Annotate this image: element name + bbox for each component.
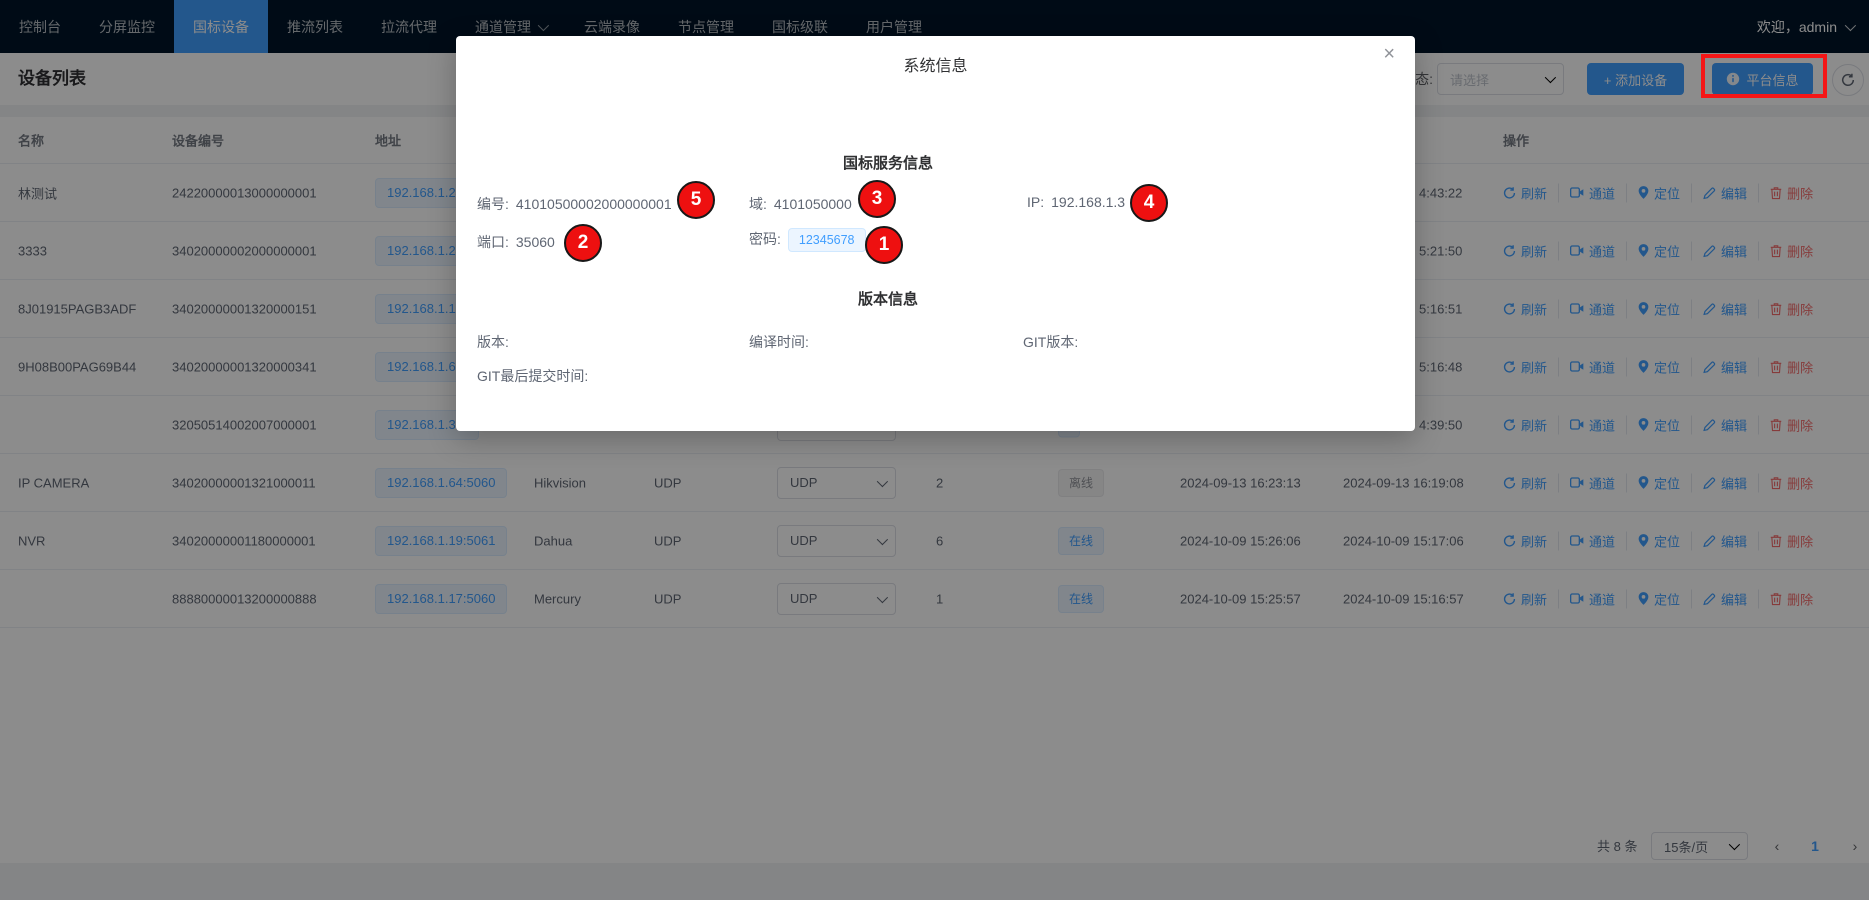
gb-port-label: 端口: [477, 234, 509, 250]
modal-title: 系统信息 [456, 52, 1415, 76]
gb-domain-label: 域: [749, 196, 767, 212]
field-git-version: GIT版本: [1023, 332, 1085, 352]
field-build-time: 编译时间: [749, 332, 816, 352]
annotation-badge-3: 3 [858, 180, 896, 218]
version-label: 版本: [477, 334, 509, 350]
field-gb-ip: IP: 192.168.1.3 [1027, 194, 1125, 210]
annotation-highlight-box [1701, 54, 1827, 98]
git-last-commit-label: GIT最后提交时间: [477, 368, 588, 384]
annotation-badge-1: 1 [865, 226, 903, 264]
field-gb-domain: 域: 4101050000 [749, 194, 852, 214]
git-version-label: GIT版本: [1023, 334, 1078, 350]
gb-password-label: 密码: [749, 231, 781, 247]
gb-id-label: 编号: [477, 196, 509, 212]
field-gb-password: 密码: 12345678 [749, 228, 866, 252]
field-git-last-commit: GIT最后提交时间: [477, 366, 595, 386]
gb-domain-value: 4101050000 [774, 196, 852, 212]
gb-ip-value: 192.168.1.3 [1051, 194, 1125, 210]
build-time-label: 编译时间: [749, 334, 809, 350]
close-icon[interactable]: × [1383, 44, 1395, 64]
annotation-badge-4: 4 [1130, 184, 1168, 222]
field-version: 版本: [477, 332, 516, 352]
annotation-badge-2: 2 [564, 224, 602, 262]
gb-port-value: 35060 [516, 234, 555, 250]
gb-password-value: 12345678 [788, 228, 866, 252]
field-gb-port: 端口: 35060 [477, 232, 555, 252]
field-gb-id: 编号: 41010500002000000001 [477, 194, 672, 214]
gb-id-value: 41010500002000000001 [516, 196, 672, 212]
gb-ip-label: IP: [1027, 194, 1044, 210]
gb-service-heading: 国标服务信息 [456, 152, 1320, 173]
annotation-badge-5: 5 [677, 181, 715, 219]
version-heading: 版本信息 [456, 288, 1320, 309]
